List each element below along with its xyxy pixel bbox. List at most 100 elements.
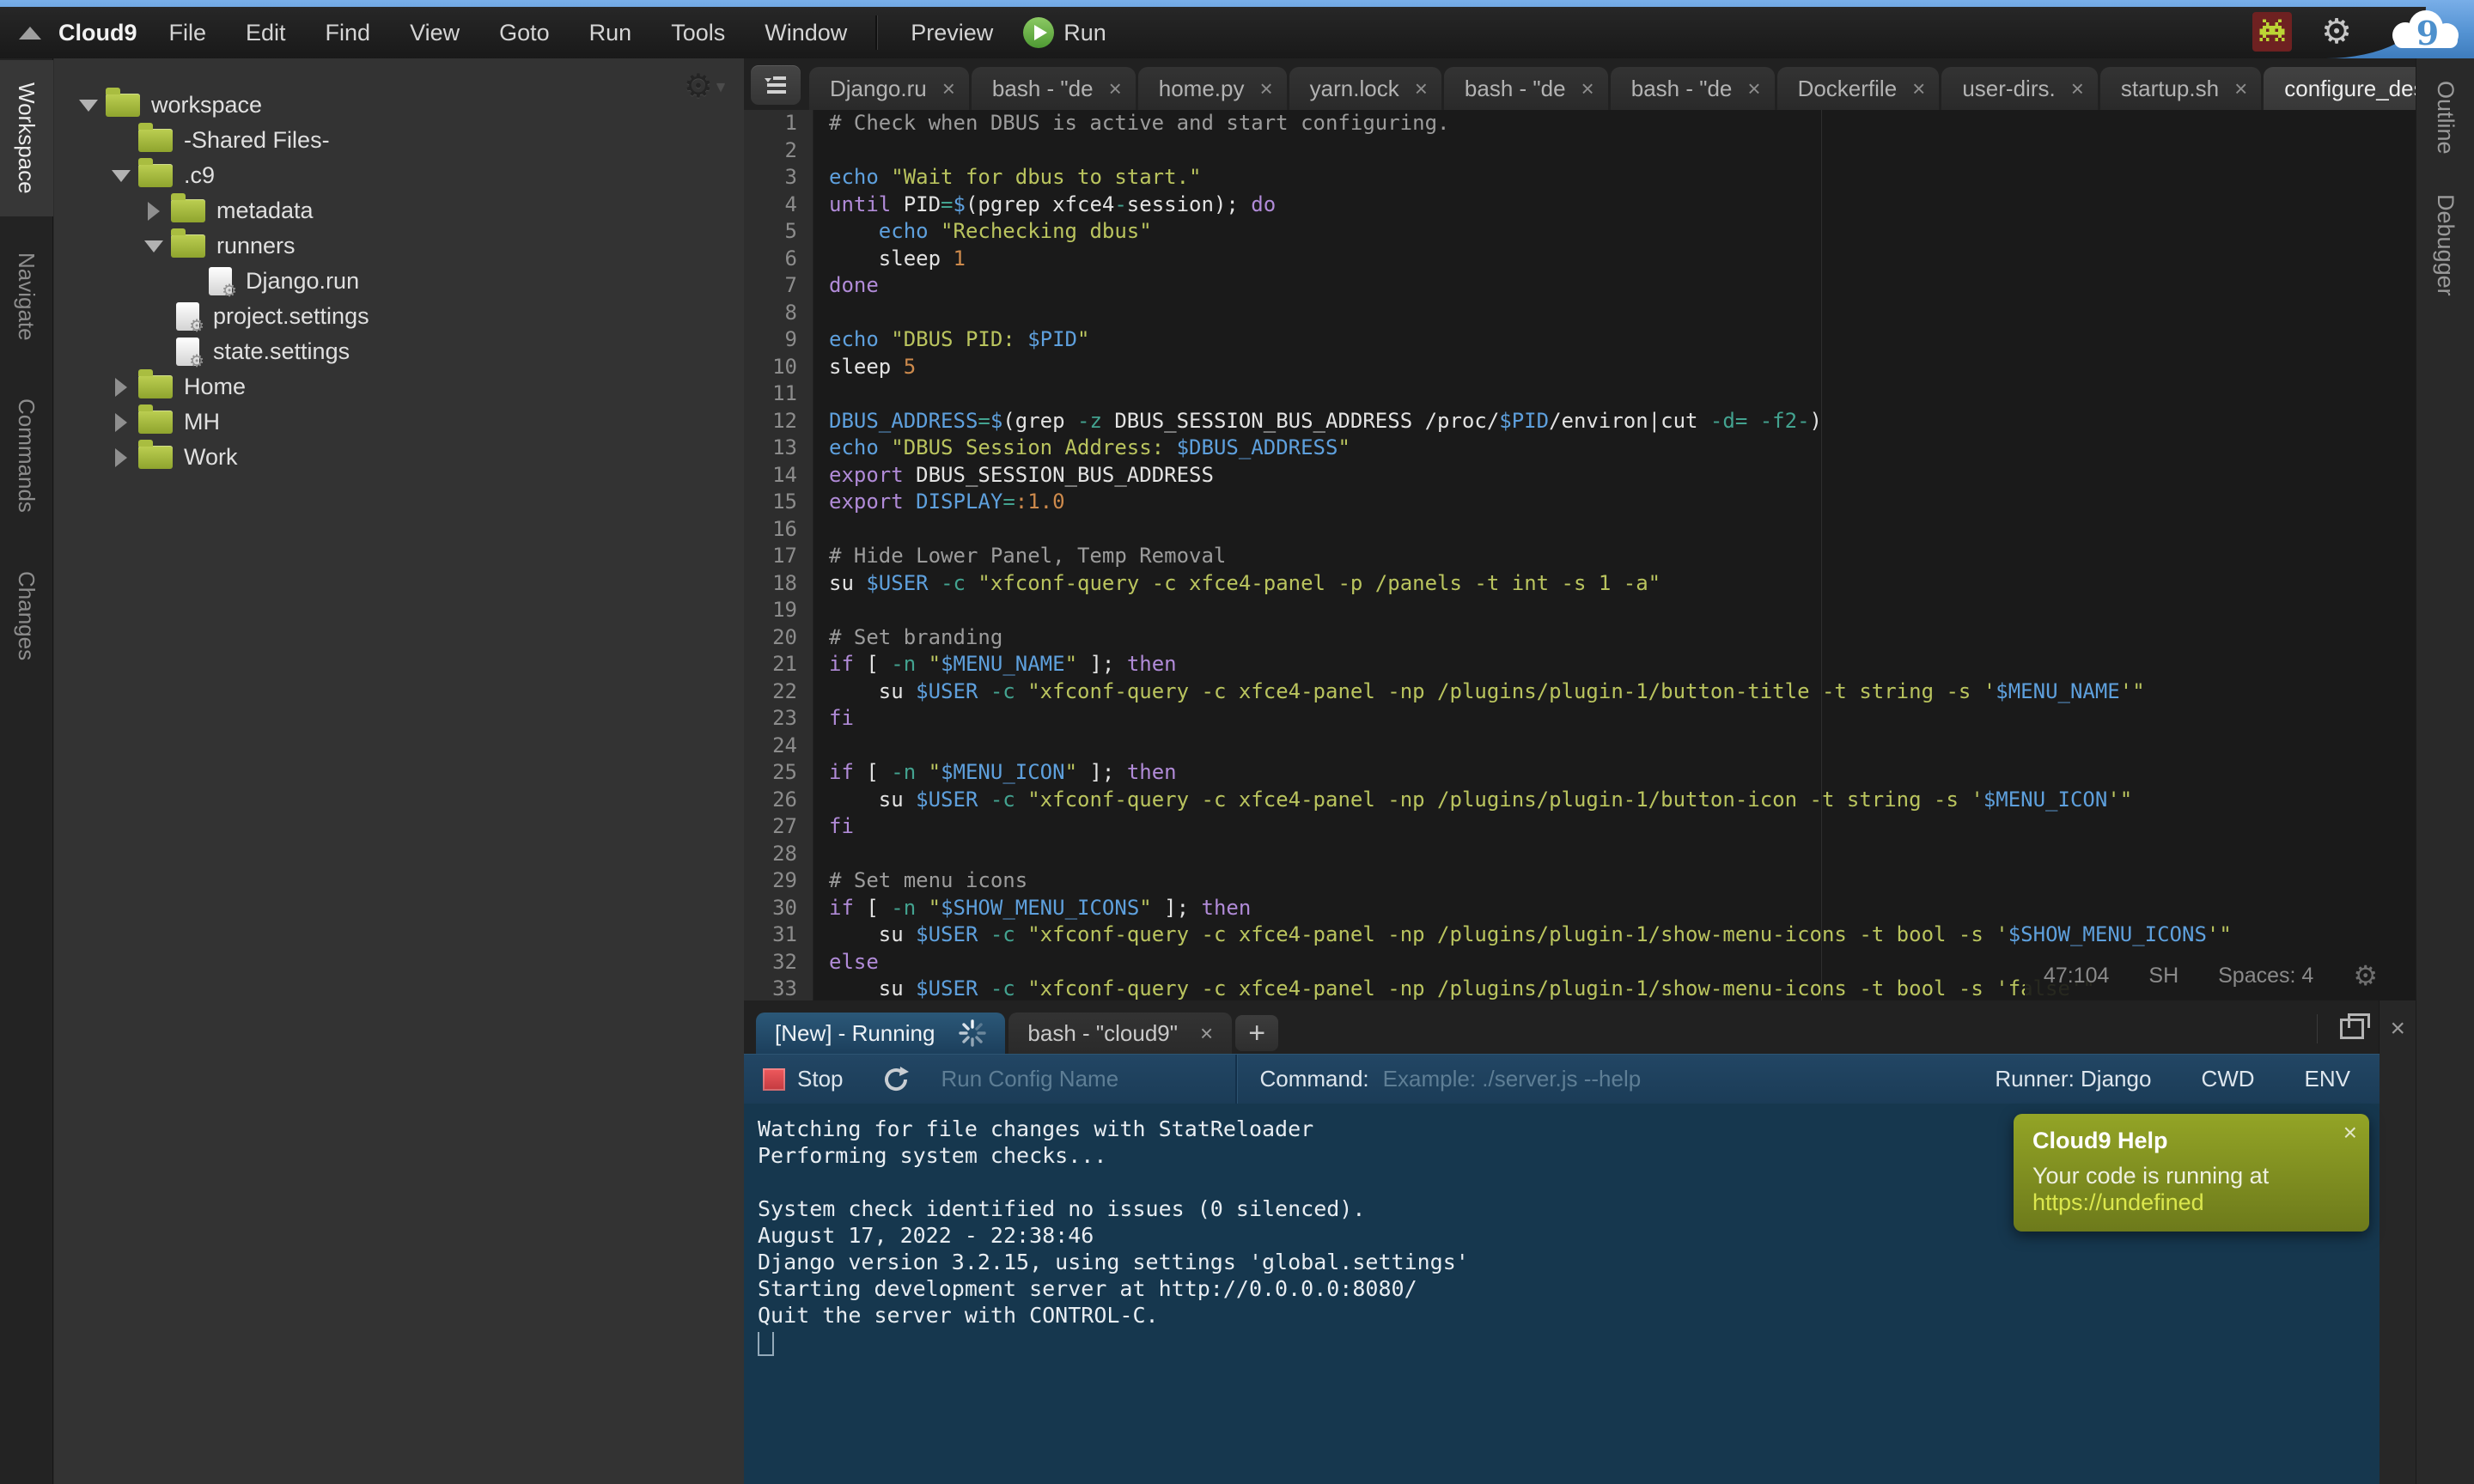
menu-item-run[interactable]: Run — [570, 20, 652, 46]
folder-icon — [138, 129, 173, 152]
editor-tab-bash-de[interactable]: bash - "de × — [972, 67, 1136, 110]
code-line: su $USER -c "xfconf-query -c xfce4-panel… — [829, 921, 2416, 949]
editor-gutter: 1234567891011121314151617181920212223242… — [744, 110, 813, 1000]
menu-item-find[interactable]: Find — [306, 20, 391, 46]
collapse-menubar-icon[interactable] — [19, 27, 41, 40]
menu-item-file[interactable]: File — [149, 20, 227, 46]
code-line: if [ -n "$MENU_ICON" ]; then — [829, 759, 2416, 787]
sidebar-tab-changes[interactable]: Changes — [0, 549, 53, 683]
console-tab--new-running[interactable]: [New] - Running — [756, 1013, 1005, 1054]
settings-gear-icon[interactable]: ⚙ — [2321, 12, 2352, 52]
code-line: echo "DBUS PID: $PID" — [829, 326, 2416, 354]
indent-setting[interactable]: Spaces: 4 — [2218, 964, 2313, 988]
tree-item--c9[interactable]: .c9 — [54, 158, 744, 193]
tree-item-work[interactable]: Work — [54, 440, 744, 475]
menu-item-tools[interactable]: Tools — [651, 20, 745, 46]
preview-button[interactable]: Preview — [887, 20, 1022, 46]
code-line — [829, 516, 2416, 544]
line-number: 32 — [744, 949, 813, 976]
line-number: 15 — [744, 489, 813, 516]
editor-status-bar: 47:104 SH Spaces: 4 ⚙ — [2025, 954, 2386, 997]
editor-tab-bash-de[interactable]: bash - "de× — [1444, 67, 1608, 110]
close-tab-icon[interactable]: × — [1415, 76, 1428, 102]
close-tab-icon[interactable]: × — [1912, 76, 1925, 102]
close-tab-icon[interactable]: × — [1109, 76, 1122, 102]
editor-tab-user-dirs-[interactable]: user-dirs.× — [1941, 67, 2098, 110]
restore-panel-icon[interactable] — [2340, 1019, 2364, 1039]
command-input[interactable] — [1381, 1065, 1996, 1093]
cloud9-logo[interactable]: 9 — [2380, 7, 2472, 52]
menu-item-window[interactable]: Window — [745, 20, 867, 46]
editor-tab-bash-de[interactable]: bash - "de× — [1611, 67, 1775, 110]
tree-item-state-settings[interactable]: state.settings — [54, 334, 744, 369]
close-tab-icon[interactable]: × — [1747, 76, 1760, 102]
tree-collapse-arrow[interactable] — [106, 170, 137, 182]
syntax-mode[interactable]: SH — [2148, 964, 2178, 988]
code-line: if [ -n "$MENU_NAME" ]; then — [829, 651, 2416, 678]
restart-icon[interactable] — [881, 1065, 911, 1094]
line-number: 21 — [744, 651, 813, 678]
tree-item-home[interactable]: Home — [54, 369, 744, 404]
code-line: echo "DBUS Session Address: $DBUS_ADDRES… — [829, 435, 2416, 462]
editor-tab-yarn-lock[interactable]: yarn.lock× — [1289, 67, 1441, 110]
folder-icon — [171, 199, 205, 222]
close-panel-icon[interactable]: × — [2390, 1016, 2405, 1042]
sidebar-tab-navigate[interactable]: Navigate — [0, 230, 53, 363]
tree-item-runners[interactable]: runners — [54, 228, 744, 264]
editor-settings-gear-icon[interactable]: ⚙ — [2353, 959, 2378, 992]
sidebar-tab-debugger[interactable]: Debugger — [2416, 186, 2474, 305]
tree-item-label: state.settings — [213, 338, 350, 365]
tree-item-django-run[interactable]: Django.run — [54, 264, 744, 299]
menu-item-edit[interactable]: Edit — [226, 20, 306, 46]
stop-button[interactable]: Stop — [797, 1066, 844, 1092]
editor-tab-home-py[interactable]: home.py× — [1138, 67, 1287, 110]
editor-tab-django-ru[interactable]: Django.ru× — [809, 67, 969, 110]
tree-collapse-arrow[interactable] — [73, 100, 104, 112]
tree-expand-arrow[interactable] — [106, 448, 137, 467]
run-config-name-input[interactable] — [940, 1065, 1201, 1093]
cursor-position[interactable]: 47:104 — [2044, 964, 2109, 988]
tab-list-button[interactable] — [751, 65, 801, 105]
terminal-line: Django version 3.2.15, using settings 'g… — [758, 1249, 2380, 1275]
notification-close-icon[interactable]: × — [2343, 1119, 2357, 1146]
close-tab-icon[interactable]: × — [2234, 76, 2247, 102]
close-tab-icon[interactable]: × — [942, 76, 955, 102]
cwd-button[interactable]: CWD — [2201, 1066, 2254, 1092]
new-console-tab-button[interactable]: + — [1235, 1015, 1278, 1051]
tree-item-metadata[interactable]: metadata — [54, 193, 744, 228]
menu-item-goto[interactable]: Goto — [479, 20, 570, 46]
left-activity-bar: Workspace Navigate Commands Changes — [0, 58, 53, 1484]
code-line — [829, 300, 2416, 327]
close-tab-icon[interactable]: × — [1259, 76, 1272, 102]
env-button[interactable]: ENV — [2305, 1066, 2350, 1092]
tree-item-workspace[interactable]: workspace — [54, 88, 744, 123]
sidebar-tab-outline[interactable]: Outline — [2416, 72, 2474, 163]
sidebar-tab-commands[interactable]: Commands — [0, 376, 53, 535]
debug-bug-icon[interactable] — [2252, 12, 2292, 52]
tree-item--shared-files-[interactable]: -Shared Files- — [54, 123, 744, 158]
close-tab-icon[interactable]: × — [2071, 76, 2084, 102]
code-editor[interactable]: 1234567891011121314151617181920212223242… — [744, 110, 2416, 1000]
close-tab-icon[interactable]: × — [1200, 1020, 1213, 1047]
stop-icon[interactable] — [763, 1068, 785, 1091]
tree-item-mh[interactable]: MH — [54, 404, 744, 440]
tree-expand-arrow[interactable] — [106, 413, 137, 432]
menu-item-view[interactable]: View — [390, 20, 479, 46]
close-tab-icon[interactable]: × — [1581, 76, 1594, 102]
editor-tab-label: bash - "de — [992, 76, 1094, 102]
sidebar-tab-workspace[interactable]: Workspace — [0, 60, 53, 216]
notification-link[interactable]: https://undefined — [2032, 1189, 2204, 1215]
tree-expand-arrow[interactable] — [138, 202, 169, 221]
folder-icon — [138, 164, 173, 187]
tree-settings-gear-icon[interactable]: ⚙▾ — [684, 67, 725, 106]
console-tab-bash-cloud9-[interactable]: bash - "cloud9"× — [1008, 1013, 1232, 1054]
app-brand[interactable]: Cloud9 — [58, 20, 137, 46]
runner-selector[interactable]: Runner: Django — [1995, 1066, 2151, 1092]
tree-expand-arrow[interactable] — [106, 378, 137, 397]
editor-tab-dockerfile[interactable]: Dockerfile× — [1777, 67, 1940, 110]
run-button[interactable]: Run — [1022, 16, 1106, 49]
editor-tab-startup-sh[interactable]: startup.sh× — [2100, 67, 2261, 110]
tree-item-project-settings[interactable]: project.settings — [54, 299, 744, 334]
tree-collapse-arrow[interactable] — [138, 240, 169, 252]
folder-icon — [138, 411, 173, 434]
